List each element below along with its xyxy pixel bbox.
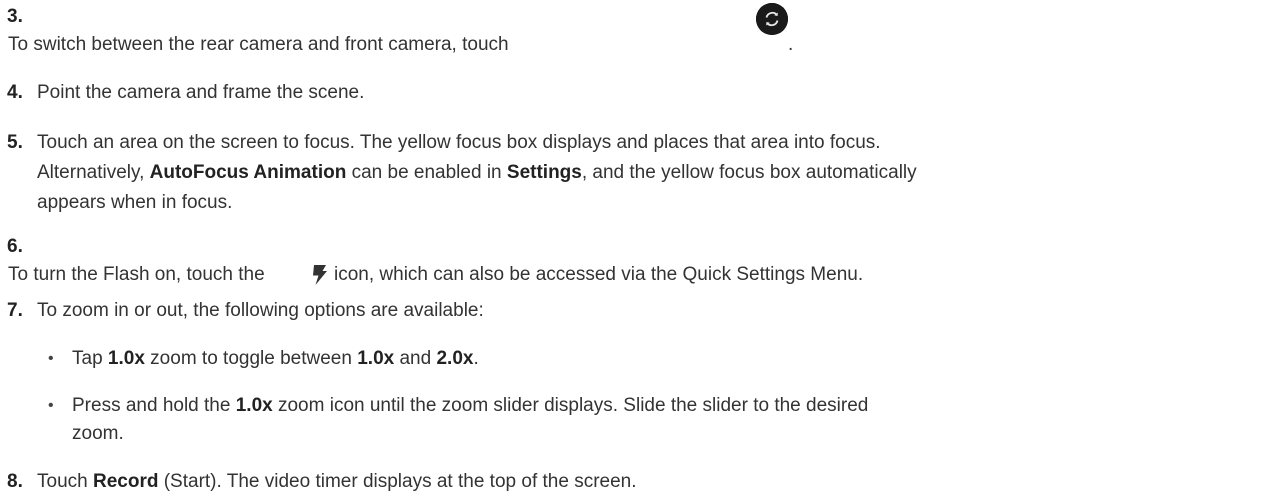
- step-number: 8.: [7, 471, 23, 492]
- step-6-text-a: To turn the Flash on, touch the: [8, 264, 265, 285]
- settings-term: Settings: [506, 162, 582, 183]
- step-4-text: Point the camera and frame the scene.: [37, 82, 365, 103]
- step-3-label: To switch between the rear camera and fr…: [8, 34, 509, 55]
- step-number: 4.: [7, 82, 23, 103]
- camera-switch-icon: [756, 3, 788, 35]
- bullet-text: zoom to toggle between: [144, 348, 358, 369]
- step-6-text-b: icon, which can also be accessed via the…: [334, 264, 864, 285]
- record-term: Record: [92, 471, 159, 492]
- step-5-text: , and the yellow focus box automatically: [581, 162, 917, 183]
- bullet-text: Tap: [72, 348, 108, 369]
- step-7-text: To zoom in or out, the following options…: [37, 300, 484, 321]
- step-7-bullet-2-cont: zoom.: [72, 423, 124, 444]
- step-5-line-1: Touch an area on the screen to focus. Th…: [37, 132, 881, 153]
- step-5-line-2: Alternatively, AutoFocus Animation can b…: [37, 162, 917, 184]
- bullet-icon: •: [48, 397, 54, 414]
- zoom-term: 2.0x: [436, 348, 474, 369]
- step-number: 3.: [7, 6, 23, 27]
- step-8-text: Touch Record (Start). The video timer di…: [37, 471, 637, 493]
- zoom-term: 1.0x: [107, 348, 145, 369]
- step-8-label: Touch: [37, 471, 93, 492]
- flash-icon: [311, 265, 328, 285]
- step-5-line-3: appears when in focus.: [37, 192, 233, 213]
- step-7-bullet-2: Press and hold the 1.0x zoom icon until …: [72, 395, 868, 417]
- step-number: 7.: [7, 300, 23, 321]
- zoom-term: 1.0x: [235, 395, 273, 416]
- bullet-text: and: [394, 348, 437, 369]
- step-5-text: can be enabled in: [346, 162, 507, 183]
- bullet-icon: •: [48, 350, 54, 367]
- autofocus-animation-term: AutoFocus Animation: [149, 162, 347, 183]
- step-8-label: (Start). The video timer displays at the…: [158, 471, 637, 492]
- bullet-text: .: [473, 348, 479, 369]
- step-5-text: Alternatively,: [37, 162, 150, 183]
- step-7-bullet-1: Tap 1.0x zoom to toggle between 1.0x and…: [72, 348, 479, 370]
- step-number: 5.: [7, 132, 23, 153]
- zoom-term: 1.0x: [357, 348, 395, 369]
- step-3-text: To switch between the rear camera and fr…: [8, 34, 509, 56]
- bullet-text: zoom icon until the zoom slider displays…: [272, 395, 869, 416]
- bullet-text: Press and hold the: [72, 395, 236, 416]
- step-3-period: .: [788, 34, 794, 55]
- step-number: 6.: [7, 236, 23, 257]
